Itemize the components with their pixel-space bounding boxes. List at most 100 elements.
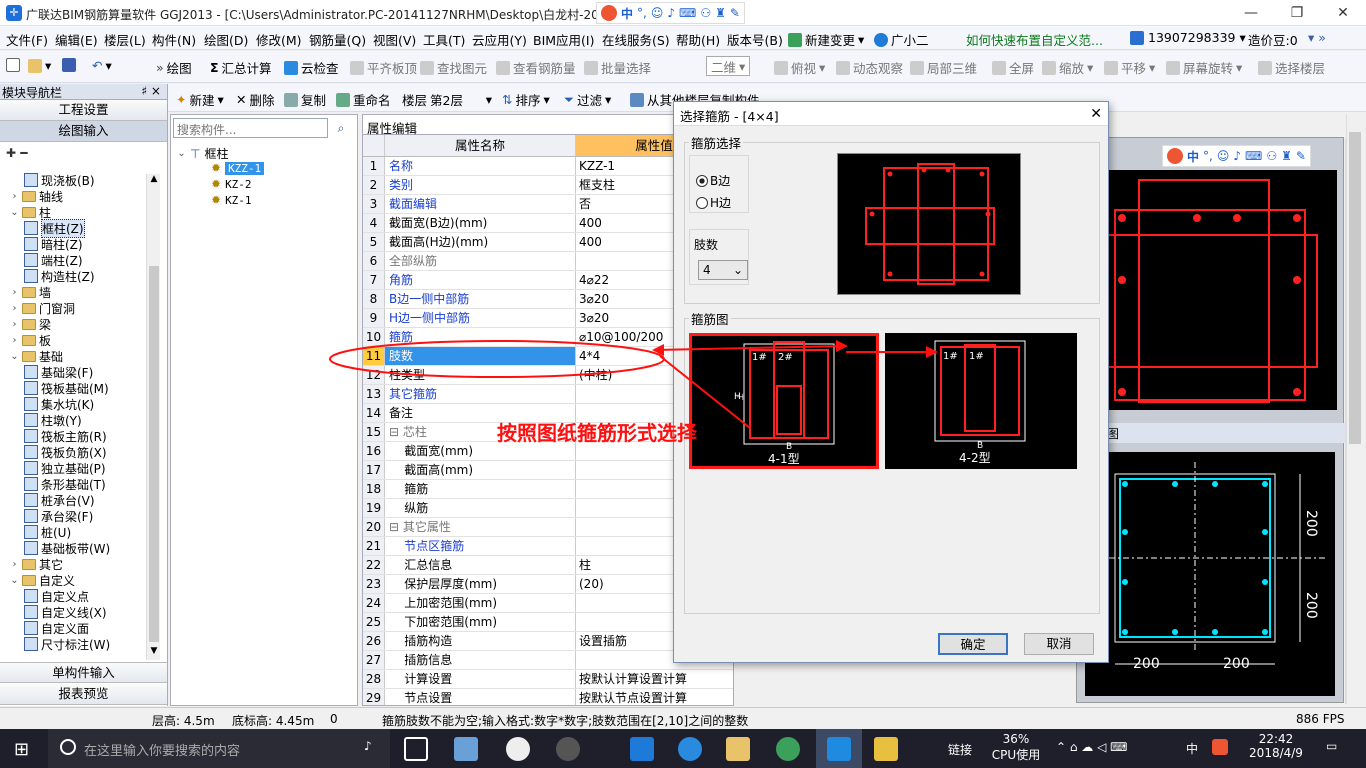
tree-item[interactable]: › 其它: [10, 556, 64, 572]
account-button[interactable]: 13907298339 ▾: [1130, 30, 1246, 45]
menu-file[interactable]: 文件(F): [6, 30, 48, 49]
menu-edit[interactable]: 编辑(E): [55, 30, 98, 49]
close-window-button[interactable]: ✕: [1320, 0, 1366, 26]
ok-button[interactable]: 确定: [938, 633, 1008, 655]
menu-version[interactable]: 版本号(B): [727, 30, 783, 49]
property-value[interactable]: 按默认节点设置计算: [576, 689, 733, 705]
notification-icon[interactable]: ▭: [1326, 739, 1337, 753]
component-item[interactable]: ✹ KZ-2: [211, 177, 252, 191]
tree-item[interactable]: 端柱(Z): [24, 252, 83, 268]
expand-icon[interactable]: ›: [10, 303, 19, 314]
select-floor-button[interactable]: 选择楼层: [1258, 58, 1325, 77]
notes-icon[interactable]: [874, 737, 898, 761]
fullscreen-button[interactable]: 全屏: [992, 58, 1034, 77]
delete-button[interactable]: ✕ 删除: [236, 90, 275, 109]
guangxiaoer-button[interactable]: 广小二: [874, 30, 929, 49]
draw-button[interactable]: » 绘图: [156, 58, 192, 77]
app-fan-icon[interactable]: [454, 737, 478, 761]
menu-online[interactable]: 在线服务(S): [602, 30, 670, 49]
tree-item[interactable]: ⌄ 基础: [10, 348, 63, 364]
save-button[interactable]: [62, 58, 76, 72]
project-settings-button[interactable]: 工程设置: [0, 100, 167, 121]
menu-view[interactable]: 视图(V): [373, 30, 416, 49]
radio-b-side[interactable]: B边: [696, 172, 730, 189]
tree-item[interactable]: 桩(U): [24, 524, 71, 540]
cloud-check-button[interactable]: 云检查: [284, 58, 339, 77]
component-item[interactable]: ✹ KZZ-1: [211, 161, 265, 175]
scroll-thumb[interactable]: [1349, 132, 1361, 444]
expand-icon[interactable]: ⌄: [10, 207, 19, 218]
filter-button[interactable]: ⏷ 过滤 ▾: [564, 90, 611, 109]
undo-button[interactable]: ↶ ▾: [92, 58, 112, 73]
pan-button[interactable]: 平移 ▾: [1104, 58, 1155, 77]
expand-icon[interactable]: ⌄: [10, 575, 19, 586]
tree-item[interactable]: 自定义点: [24, 588, 89, 604]
expand-icon[interactable]: ›: [10, 335, 19, 346]
tree-item[interactable]: 筏板基础(M): [24, 380, 109, 396]
tree-item[interactable]: 构造柱(Z): [24, 268, 95, 284]
refresh-app-icon[interactable]: [556, 737, 580, 761]
menu-tools[interactable]: 工具(T): [423, 30, 465, 49]
new-file-button[interactable]: [6, 58, 20, 72]
radio-h-side[interactable]: H边: [696, 194, 731, 211]
stirrup-type-4-2[interactable]: 1# 1# B 4-2型: [885, 333, 1077, 469]
expand-icon[interactable]: ›: [10, 287, 19, 298]
tree-item[interactable]: › 门窗洞: [10, 300, 76, 316]
tree-item[interactable]: 柱墩(Y): [24, 412, 82, 428]
tree-item[interactable]: 筏板主筋(R): [24, 428, 107, 444]
tree-item[interactable]: › 轴线: [10, 188, 64, 204]
sort-button[interactable]: ⇅ 排序 ▾: [502, 90, 550, 109]
view-mode-select[interactable]: 二维 ▾: [706, 56, 751, 76]
ime-toolbar[interactable]: 中 °, ☺ ♪ ⌨ ⚇ ♜ ✎: [596, 2, 745, 24]
more-icon[interactable]: ▾ »: [1308, 30, 1326, 45]
local-3d-button[interactable]: 局部三维: [910, 58, 977, 77]
minimize-button[interactable]: —: [1228, 0, 1274, 26]
tree-item[interactable]: ⌄ 自定义: [10, 572, 75, 588]
tree-item[interactable]: 条形基础(T): [24, 476, 106, 492]
tree-item[interactable]: 自定义面: [24, 620, 89, 636]
mic-icon[interactable]: ♪: [364, 739, 372, 753]
tree-item[interactable]: › 梁: [10, 316, 52, 332]
rotate-button[interactable]: 屏幕旋转 ▾: [1166, 58, 1242, 77]
tree-item[interactable]: 筏板负筋(X): [24, 444, 107, 460]
links-toolbar[interactable]: 链接: [948, 741, 972, 758]
search-input[interactable]: 搜索构件...: [173, 118, 328, 138]
report-preview-button[interactable]: 报表预览: [0, 684, 167, 705]
stirrup-type-4-1[interactable]: ⊣ 1# 2# H B 4-1型: [689, 333, 879, 469]
green-app-icon[interactable]: [776, 737, 800, 761]
tree-item[interactable]: 现浇板(B): [24, 172, 95, 188]
menu-bim[interactable]: BIM应用(I): [533, 30, 595, 49]
tree-item[interactable]: › 板: [10, 332, 52, 348]
ie-icon[interactable]: [506, 737, 530, 761]
tree-scrollbar[interactable]: ▲ ▼: [146, 174, 160, 660]
clock[interactable]: 22:42 2018/4/9: [1244, 732, 1308, 760]
new-change-menu[interactable]: 新建变更 ▾: [788, 30, 864, 49]
cancel-button[interactable]: 取消: [1024, 633, 1094, 655]
menu-help[interactable]: 帮助(H): [676, 30, 720, 49]
preview-scrollbar[interactable]: [1346, 114, 1362, 704]
tree-item[interactable]: 尺寸标注(W): [24, 636, 110, 652]
tree-item[interactable]: › 墙: [10, 284, 52, 300]
menu-draw[interactable]: 绘图(D): [204, 30, 248, 49]
dynamic-view-button[interactable]: 动态观察: [836, 58, 903, 77]
flat-slab-button[interactable]: 平齐板顶: [350, 58, 417, 77]
tree-item[interactable]: 框柱(Z): [24, 218, 85, 238]
scroll-down-icon[interactable]: ▼: [147, 646, 161, 660]
tree-item[interactable]: 承台梁(F): [24, 508, 93, 524]
table-row[interactable]: 28 计算设置 按默认计算设置计算: [363, 670, 733, 689]
expand-icon[interactable]: ›: [10, 191, 19, 202]
top-view-button[interactable]: 俯视 ▾: [774, 58, 825, 77]
tree-root[interactable]: ⌄ ⊤ 框柱: [177, 145, 228, 162]
language-indicator[interactable]: 中: [1186, 740, 1198, 757]
tree-item[interactable]: 桩承台(V): [24, 492, 95, 508]
expand-icon[interactable]: ›: [10, 559, 19, 570]
maximize-button[interactable]: ❐: [1274, 0, 1320, 26]
tree-item[interactable]: 基础梁(F): [24, 364, 93, 380]
tree-item[interactable]: 基础板带(W): [24, 540, 110, 556]
windows-start-icon[interactable]: ⊞: [14, 739, 29, 760]
ie-browser-icon[interactable]: [678, 737, 702, 761]
menu-component[interactable]: 构件(N): [152, 30, 196, 49]
scroll-thumb[interactable]: [149, 266, 159, 642]
legs-select[interactable]: 4 ⌄: [698, 260, 748, 280]
ime-toolbar-float[interactable]: 中 °, ☺ ♪ ⌨ ⚇ ♜ ✎: [1162, 145, 1311, 167]
